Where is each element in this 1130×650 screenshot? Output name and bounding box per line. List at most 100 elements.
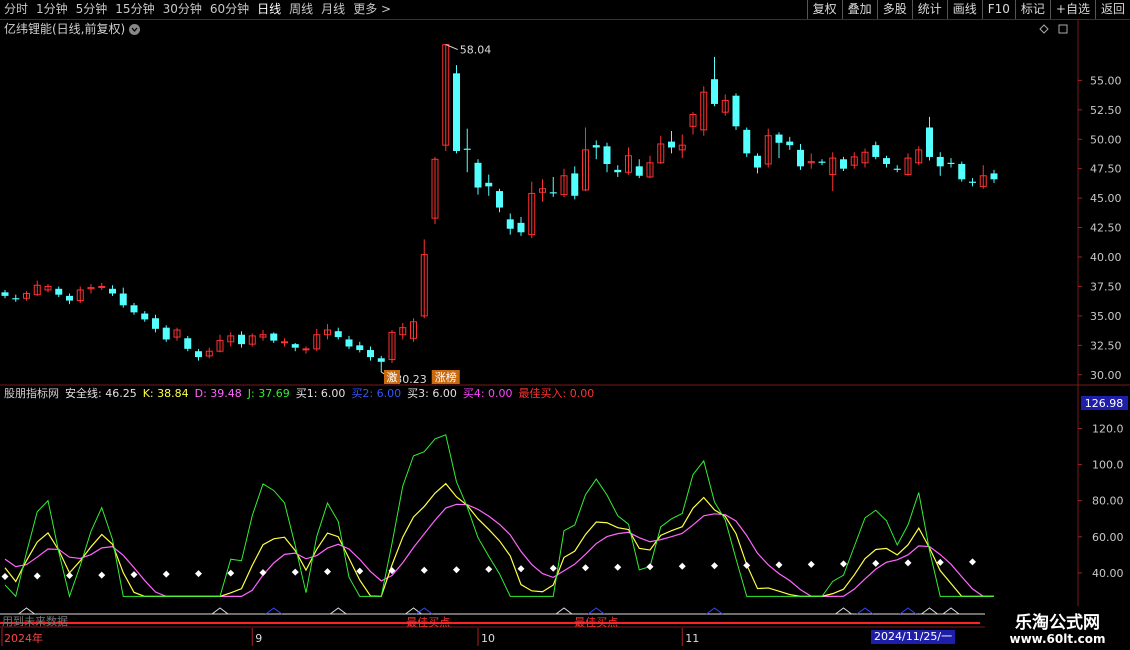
- best-buy-signal-2: 最佳买点: [574, 615, 618, 629]
- candle-down: [184, 338, 192, 349]
- candle-down: [474, 162, 482, 188]
- candle-down: [711, 79, 718, 104]
- buy2-value: 买2: 6.00: [351, 387, 402, 400]
- price-tick-label: 30.00: [1090, 369, 1122, 382]
- price-tick-label: 50.00: [1090, 133, 1122, 146]
- candle-down: [883, 158, 890, 164]
- candle-down: [119, 293, 127, 306]
- indicator-name[interactable]: 股朋指标网: [4, 386, 59, 402]
- signal-marker: [856, 607, 874, 615]
- candle-down: [990, 173, 998, 180]
- buy1-value: 买1: 6.00: [295, 387, 346, 400]
- safe-line-dot: [453, 566, 460, 574]
- safe-line-value: 安全线: 46.25: [65, 387, 137, 400]
- safe-line-dot: [1, 573, 9, 581]
- signal-marker: [405, 607, 422, 615]
- safe-line-dot: [324, 568, 331, 576]
- current-date-tag: 2024/11/25/一: [871, 630, 956, 644]
- candle-down: [635, 166, 643, 176]
- safe-line-dot: [66, 572, 73, 580]
- candle-down: [797, 149, 804, 167]
- candle-down: [496, 191, 503, 208]
- stock-tag-1: 激: [387, 370, 398, 384]
- brand-title: 乐淘公式网: [1015, 613, 1100, 633]
- month-label: 11: [685, 632, 699, 645]
- signal-marker: [899, 607, 917, 615]
- candle-up: [302, 348, 310, 351]
- safe-line-dot: [743, 561, 751, 569]
- k-line: [4, 482, 994, 598]
- signal-marker: [329, 607, 347, 615]
- safe-line-dot: [840, 560, 847, 568]
- safe-line-dot: [646, 563, 654, 571]
- price-tick-label: 42.50: [1090, 222, 1122, 235]
- safe-line-dot: [227, 569, 235, 577]
- safe-line-dot: [872, 559, 880, 567]
- candle-down: [162, 327, 170, 340]
- candle-down: [130, 305, 138, 313]
- candle-down: [872, 145, 880, 157]
- candle-down: [453, 73, 460, 152]
- price-tick-label: 45.00: [1090, 192, 1122, 205]
- safe-line-dot: [420, 566, 428, 574]
- signal-marker: [415, 607, 433, 615]
- candle-down: [840, 159, 847, 169]
- signal-marker: [921, 607, 938, 615]
- candle-down: [152, 318, 159, 329]
- safe-line-dot: [549, 564, 557, 572]
- year-label: 2024年: [4, 631, 43, 645]
- indicator-legend: 股朋指标网 安全线: 46.25 K: 38.84 D: 39.48 J: 37…: [0, 386, 600, 402]
- signal-marker: [18, 607, 35, 615]
- stock-tag-2: 涨榜: [435, 370, 457, 384]
- diamond-icon: [1039, 24, 1049, 34]
- ind-current-value: 126.98: [1085, 397, 1124, 410]
- candle-down: [367, 350, 374, 358]
- candle-up: [98, 285, 106, 288]
- safe-line-dot: [614, 563, 622, 571]
- signal-marker: [211, 607, 229, 615]
- candle-down: [614, 169, 622, 173]
- candle-up: [281, 341, 288, 344]
- candle-down: [969, 181, 976, 183]
- signal-marker: [587, 607, 605, 615]
- candle-down: [818, 161, 826, 163]
- candle-down: [195, 351, 202, 358]
- d-line: [4, 503, 994, 597]
- safe-line-dot: [517, 565, 525, 573]
- candle-down: [603, 146, 611, 164]
- candle-down: [12, 298, 20, 300]
- safe-line-dot: [904, 559, 912, 567]
- candle-down: [55, 288, 63, 295]
- safe-line-dot: [33, 572, 41, 580]
- signal-marker: [555, 607, 573, 615]
- candle-down: [775, 134, 783, 143]
- brand-watermark: 乐淘公式网 www.60lt.com: [985, 606, 1130, 650]
- candle-down: [549, 192, 557, 194]
- candle-down: [936, 156, 944, 167]
- safe-line-dot: [678, 562, 686, 570]
- candle-down: [334, 331, 342, 338]
- candle-down: [109, 288, 116, 294]
- main-chart-canvas[interactable]: 55.00 52.50 50.00 47.50 45.00 42.50 40.00 37.50…: [0, 0, 1130, 650]
- candle-down: [786, 141, 794, 146]
- candle-down: [463, 148, 471, 150]
- price-tick-label: 40.00: [1090, 251, 1122, 264]
- candle-down: [668, 141, 675, 148]
- safe-line-dot: [259, 569, 267, 577]
- price-tick-label: 52.50: [1090, 104, 1122, 117]
- price-tick-label: 55.00: [1090, 74, 1122, 87]
- ind-tick-label: 40.00: [1092, 567, 1124, 580]
- month-label: 9: [255, 632, 262, 645]
- price-tick-label: 32.50: [1090, 339, 1122, 352]
- signal-marker: [835, 607, 852, 615]
- candle-down: [377, 358, 385, 362]
- buy3-value: 买3: 6.00: [407, 387, 457, 400]
- ind-tick-label: 120.0: [1092, 422, 1124, 435]
- candle-down: [506, 219, 514, 229]
- best-buy-value: 最佳买入: 0.00: [518, 387, 595, 400]
- safe-line-dot: [195, 570, 202, 578]
- safe-line-dot: [582, 564, 589, 572]
- candle-down: [485, 182, 493, 187]
- signal-marker: [706, 607, 723, 615]
- j-value: J: 37.69: [247, 387, 290, 400]
